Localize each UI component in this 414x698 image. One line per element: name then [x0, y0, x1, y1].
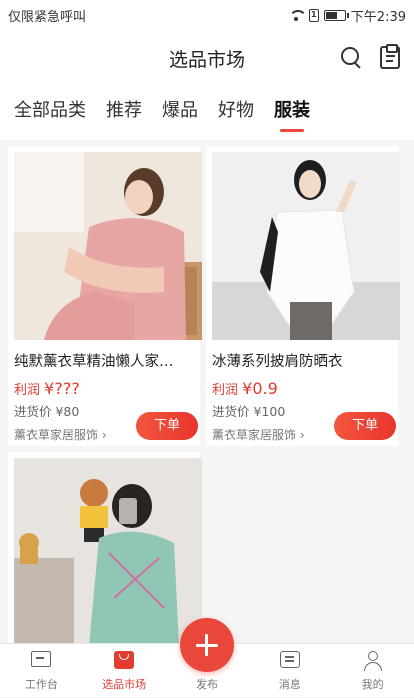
- status-icons: 1 下午2:39: [288, 6, 406, 25]
- profit-value: ¥???: [44, 379, 80, 398]
- product-name[interactable]: 纯默薰衣草精油懒人家…: [14, 350, 194, 371]
- status-time: 下午2:39: [350, 9, 406, 25]
- profit-line: 利润 ¥???: [14, 379, 80, 398]
- message-icon: [279, 651, 300, 668]
- wifi-icon: [288, 9, 307, 21]
- profit-line: 利润 ¥0.9: [212, 379, 278, 398]
- battery-icon: [323, 9, 349, 21]
- carrier-text: 仅限紧急呼叫: [8, 9, 87, 25]
- tab-clothing[interactable]: 服装: [274, 86, 310, 140]
- tabbar-item-market[interactable]: 选品市场: [83, 644, 166, 698]
- profile-icon: [363, 651, 383, 671]
- product-card[interactable]: 纯默薰衣草精油懒人家… 利润 ¥??? 进货价 ¥80 薰衣草家居服饰 › 下单: [8, 146, 202, 446]
- bottom-tabbar: 工作台 选品市场 发布 消息 我的: [0, 618, 414, 698]
- market-icon: [114, 651, 135, 669]
- tabbar-item-messages[interactable]: 消息: [248, 644, 331, 698]
- plus-icon[interactable]: [179, 618, 234, 672]
- sim-icon: 1: [308, 8, 319, 22]
- search-icon[interactable]: [340, 46, 362, 68]
- product-image[interactable]: [14, 458, 202, 646]
- clipboard-icon[interactable]: [380, 44, 400, 69]
- category-tabs: 全部品类 推荐 爆品 好物 服装: [0, 86, 414, 140]
- desk-icon: [31, 651, 52, 667]
- tabbar-item-profile[interactable]: 我的: [331, 644, 414, 698]
- tabbar-item-publish[interactable]: 发布: [166, 618, 249, 698]
- product-card[interactable]: [8, 452, 202, 652]
- tab-recommend[interactable]: 推荐: [106, 86, 142, 140]
- order-button[interactable]: 下单: [136, 412, 198, 440]
- app-header: 选品市场: [0, 30, 414, 86]
- tab-hot[interactable]: 爆品: [162, 86, 198, 140]
- page-title: 选品市场: [168, 48, 245, 71]
- tab-all-categories[interactable]: 全部品类: [14, 86, 86, 140]
- profit-value: ¥0.9: [242, 379, 278, 398]
- product-card[interactable]: 冰薄系列披肩防晒衣 利润 ¥0.9 进货价 ¥100 薰衣草家居服饰 › 下单: [206, 146, 400, 446]
- product-name[interactable]: 冰薄系列披肩防晒衣: [212, 350, 392, 371]
- status-bar: 仅限紧急呼叫 1 下午2:39: [0, 0, 414, 30]
- tabbar-item-workbench[interactable]: 工作台: [0, 644, 83, 698]
- product-image[interactable]: [14, 152, 202, 340]
- product-image[interactable]: [212, 152, 400, 340]
- order-button[interactable]: 下单: [334, 412, 396, 440]
- tab-good-items[interactable]: 好物: [218, 86, 254, 140]
